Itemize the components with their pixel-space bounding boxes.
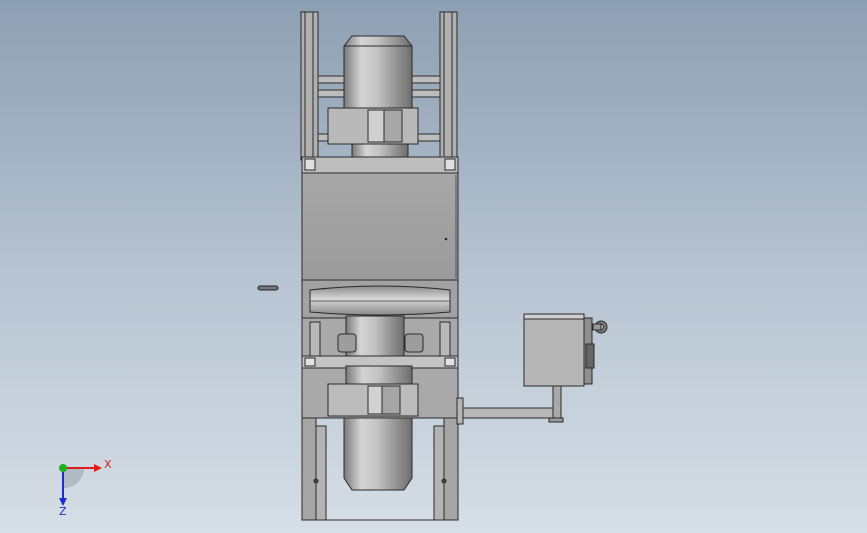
machine-drawing: X Z bbox=[59, 11, 608, 521]
coordinate-triad-icon: X Z bbox=[59, 458, 112, 518]
control-box bbox=[523, 313, 608, 387]
z-axis-label: Z bbox=[59, 505, 67, 518]
left-post bbox=[300, 11, 319, 161]
locating-pin bbox=[257, 285, 279, 291]
lower-motor bbox=[327, 365, 419, 491]
main-housing bbox=[301, 156, 459, 281]
side-arm bbox=[456, 385, 564, 425]
flywheel-disc bbox=[301, 279, 459, 321]
cad-viewport[interactable]: X Z bbox=[0, 0, 867, 533]
x-axis-label: X bbox=[104, 458, 112, 471]
right-post bbox=[439, 11, 458, 161]
